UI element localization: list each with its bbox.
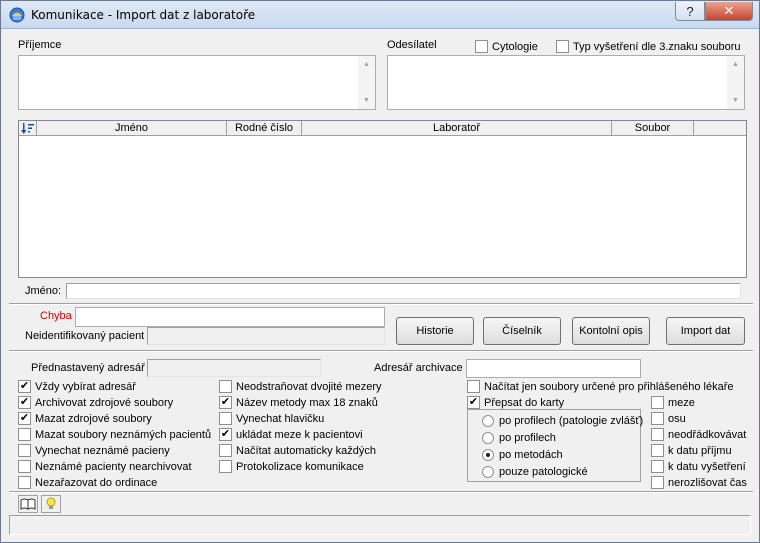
option-mid-3-checkbox[interactable]: ✔ (219, 428, 232, 441)
option-mid-4-label: Načítat automaticky každých (236, 445, 377, 457)
import-window: Komunikace - Import dat z laboratoře ? ✕… (0, 0, 760, 543)
option-mid-2-checkbox[interactable] (219, 412, 232, 425)
option-mid-4-checkbox[interactable] (219, 444, 232, 457)
book-icon[interactable] (18, 495, 38, 513)
import-data-button[interactable]: Import dat (666, 317, 745, 345)
sender-scrollbar[interactable]: ▲ ▼ (727, 56, 744, 109)
patient-grid[interactable]: Jméno Rodné číslo Laboratoř Soubor (18, 120, 747, 278)
option-right-1-label: osu (668, 413, 686, 425)
option-left-3-label: Mazat soubory neznámých pacientů (35, 429, 212, 441)
divider (9, 491, 753, 493)
cytology-label: Cytologie (492, 41, 538, 53)
recipient-label: Příjemce (18, 39, 62, 51)
column-header-birth-number[interactable]: Rodné číslo (227, 121, 302, 136)
overwrite-checkbox[interactable]: ✔ (467, 396, 480, 409)
option-right-0-checkbox[interactable] (651, 396, 664, 409)
column-header-file[interactable]: Soubor (612, 121, 694, 136)
app-icon (9, 7, 25, 23)
name-field[interactable] (66, 283, 741, 299)
recipient-memo[interactable]: ▲ ▼ (18, 55, 376, 110)
option-right-1-checkbox[interactable] (651, 412, 664, 425)
option-left-6-label: Nezařazovat do ordinace (35, 477, 158, 489)
overwrite-mode-radio-3[interactable] (482, 466, 494, 478)
option-mid-2-label: Vynechat hlavičku (236, 413, 325, 425)
close-button[interactable]: ✕ (705, 2, 753, 21)
load-only-doctor-checkbox[interactable] (467, 380, 480, 393)
help-button[interactable]: ? (675, 2, 705, 21)
lightbulb-icon[interactable] (41, 495, 61, 513)
overwrite-mode-radio-1[interactable] (482, 432, 494, 444)
option-left-0-checkbox[interactable]: ✔ (18, 380, 31, 393)
option-left-6-checkbox[interactable] (18, 476, 31, 489)
option-left-2-checkbox[interactable]: ✔ (18, 412, 31, 425)
option-mid-5-checkbox[interactable] (219, 460, 232, 473)
exam-type-checkbox[interactable] (556, 40, 569, 53)
option-right-0-label: meze (668, 397, 695, 409)
column-header-name[interactable]: Jméno (37, 121, 227, 136)
archive-dir-label: Adresář archivace (374, 362, 463, 374)
overwrite-label: Přepsat do karty (484, 397, 565, 409)
option-mid-3-label: ukládat meze k pacientovi (236, 429, 363, 441)
grid-header: Jméno Rodné číslo Laboratoř Soubor (19, 121, 746, 136)
archive-dir-field[interactable] (466, 359, 641, 378)
option-left-4-checkbox[interactable] (18, 444, 31, 457)
option-right-2-checkbox[interactable] (651, 428, 664, 441)
option-left-5-checkbox[interactable] (18, 460, 31, 473)
sender-label: Odesílatel (387, 39, 437, 51)
codebook-button[interactable]: Číselník (483, 317, 561, 345)
option-mid-1-label: Název metody max 18 znaků (236, 397, 378, 409)
status-bar (9, 515, 751, 535)
default-dir-label: Přednastavený adresář (31, 362, 145, 374)
overwrite-mode-radio-0[interactable] (482, 415, 494, 427)
default-dir-field[interactable] (147, 359, 321, 377)
unidentified-label: Neidentifikovaný pacient (25, 330, 145, 342)
error-field[interactable] (75, 307, 385, 327)
scroll-up-icon[interactable]: ▲ (358, 56, 375, 73)
option-right-5-checkbox[interactable] (651, 476, 664, 489)
overwrite-mode-label-3: pouze patologické (499, 466, 588, 478)
divider (9, 350, 753, 352)
overwrite-mode-radio-2[interactable] (482, 449, 494, 461)
overwrite-mode-label-2: po metodách (499, 449, 563, 461)
overwrite-mode-label-1: po profilech (499, 432, 556, 444)
title-bar: Komunikace - Import dat z laboratoře ? ✕ (1, 1, 759, 29)
load-only-doctor-label: Načítat jen soubory určené pro přihlášen… (484, 381, 734, 393)
option-mid-0-label: Neodstraňovat dvojité mezery (236, 381, 382, 393)
option-left-1-checkbox[interactable]: ✔ (18, 396, 31, 409)
option-mid-0-checkbox[interactable] (219, 380, 232, 393)
recipient-scrollbar[interactable]: ▲ ▼ (358, 56, 375, 109)
error-label: Chyba (40, 310, 72, 322)
control-listing-button[interactable]: Kontolní opis (572, 317, 650, 345)
option-right-4-label: k datu vyšetření (668, 461, 746, 473)
option-left-1-label: Archivovat zdrojové soubory (35, 397, 174, 409)
option-mid-1-checkbox[interactable]: ✔ (219, 396, 232, 409)
option-right-3-checkbox[interactable] (651, 444, 664, 457)
window-title: Komunikace - Import dat z laboratoře (31, 8, 256, 22)
scroll-down-icon[interactable]: ▼ (358, 92, 375, 109)
option-left-2-label: Mazat zdrojové soubory (35, 413, 152, 425)
option-right-4-checkbox[interactable] (651, 460, 664, 473)
sort-descending-icon[interactable] (19, 121, 37, 136)
option-right-5-label: nerozlišovat čas (668, 477, 747, 489)
exam-type-label: Typ vyšetření dle 3.znaku souboru (573, 41, 741, 53)
overwrite-mode-label-0: po profilech (patologie zvlášť) (499, 415, 644, 427)
option-left-4-label: Vynechat neznámé pacieny (35, 445, 170, 457)
column-header-laboratory[interactable]: Laboratoř (302, 121, 612, 136)
scroll-up-icon[interactable]: ▲ (727, 56, 744, 73)
scroll-down-icon[interactable]: ▼ (727, 92, 744, 109)
name-label: Jméno: (25, 285, 62, 297)
cytology-checkbox[interactable] (475, 40, 488, 53)
unidentified-field[interactable] (147, 327, 385, 345)
sender-memo[interactable]: ▲ ▼ (387, 55, 745, 110)
option-left-0-label: Vždy vybírat adresář (35, 381, 136, 393)
option-left-3-checkbox[interactable] (18, 428, 31, 441)
option-mid-5-label: Protokolizace komunikace (236, 461, 364, 473)
option-left-5-label: Neznámé pacienty nearchivovat (35, 461, 192, 473)
option-right-3-label: k datu příjmu (668, 445, 732, 457)
history-button[interactable]: Historie (396, 317, 474, 345)
divider (9, 303, 753, 305)
option-right-2-label: neodřádkovávat (668, 429, 747, 441)
